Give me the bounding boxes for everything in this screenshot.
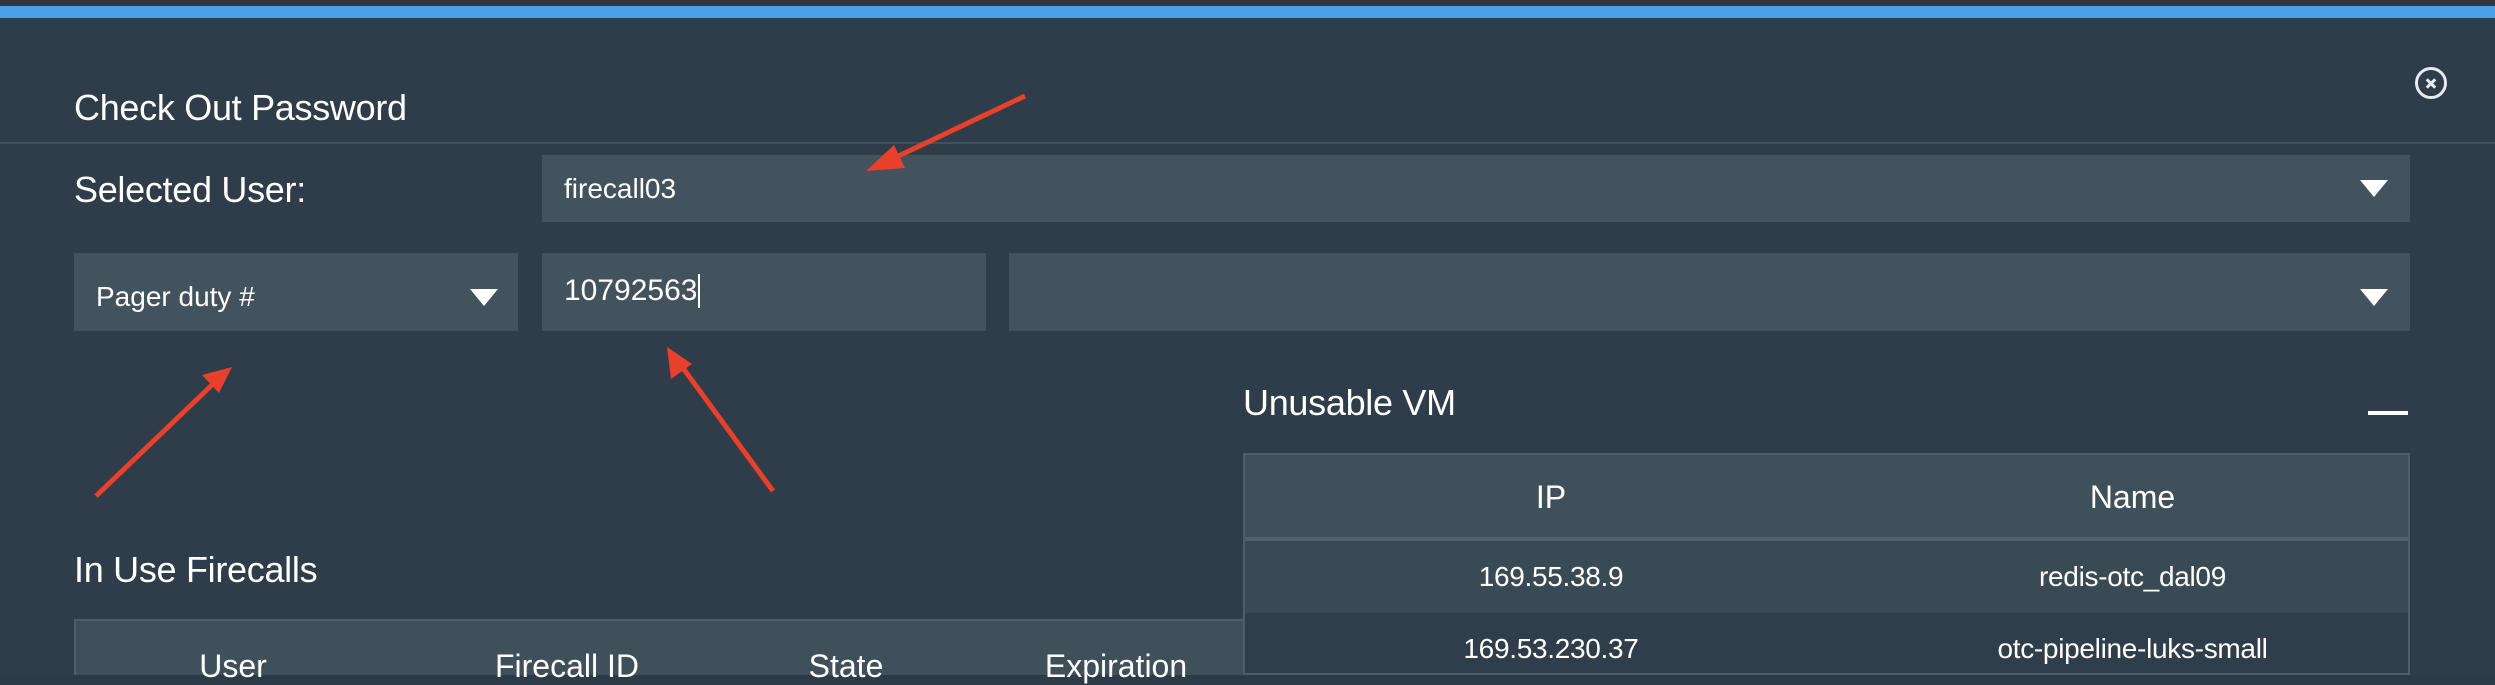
annotation-arrow <box>667 347 776 493</box>
annotation-arrow <box>866 93 1027 171</box>
annotation-arrow <box>94 367 232 498</box>
annotation-arrows <box>94 93 1027 498</box>
